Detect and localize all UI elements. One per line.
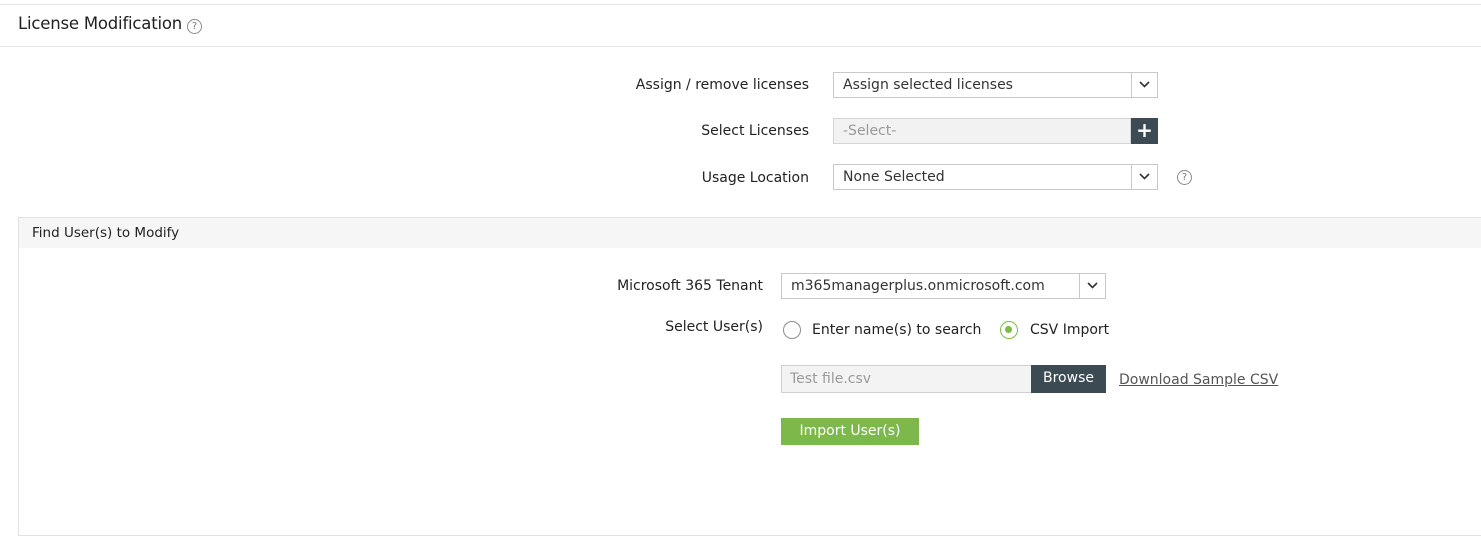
select-users-label: Select User(s) bbox=[665, 319, 763, 335]
assign-remove-value: Assign selected licenses bbox=[843, 77, 1013, 93]
find-users-panel-title: Find User(s) to Modify bbox=[32, 225, 180, 241]
chevron-down-icon[interactable] bbox=[1079, 274, 1105, 298]
select-licenses-input[interactable]: -Select- bbox=[833, 118, 1131, 144]
csv-file-input[interactable]: Test file.csv bbox=[781, 365, 1032, 393]
browse-button[interactable]: Browse bbox=[1031, 365, 1106, 393]
page-title: License Modification bbox=[18, 14, 183, 33]
assign-remove-label: Assign / remove licenses bbox=[635, 77, 809, 93]
radio-search-names-label[interactable]: Enter name(s) to search bbox=[812, 322, 981, 338]
assign-remove-select[interactable]: Assign selected licenses bbox=[833, 72, 1158, 98]
radio-csv-import[interactable] bbox=[1000, 321, 1018, 339]
help-icon[interactable]: ? bbox=[187, 19, 202, 34]
import-users-button[interactable]: Import User(s) bbox=[781, 418, 919, 445]
usage-location-label: Usage Location bbox=[701, 170, 809, 186]
tenant-label: Microsoft 365 Tenant bbox=[617, 278, 763, 294]
tenant-value: m365managerplus.onmicrosoft.com bbox=[791, 278, 1045, 294]
plus-icon: + bbox=[1136, 118, 1153, 142]
usage-location-select[interactable]: None Selected bbox=[833, 164, 1158, 190]
chevron-down-icon[interactable] bbox=[1131, 73, 1157, 97]
select-licenses-placeholder: -Select- bbox=[843, 123, 897, 139]
usage-location-value: None Selected bbox=[843, 169, 945, 185]
tenant-select[interactable]: m365managerplus.onmicrosoft.com bbox=[781, 273, 1106, 299]
chevron-down-icon[interactable] bbox=[1131, 165, 1157, 189]
csv-file-value: Test file.csv bbox=[790, 371, 872, 387]
add-license-button[interactable]: + bbox=[1131, 118, 1158, 144]
radio-csv-import-label[interactable]: CSV Import bbox=[1030, 322, 1109, 338]
usage-location-help-icon[interactable]: ? bbox=[1177, 170, 1192, 185]
download-sample-csv-link[interactable]: Download Sample CSV bbox=[1119, 372, 1278, 388]
select-licenses-label: Select Licenses bbox=[701, 123, 809, 139]
find-users-panel-header: Find User(s) to Modify bbox=[19, 218, 1481, 248]
page-header: License Modification ? bbox=[0, 5, 1481, 47]
radio-search-names[interactable] bbox=[783, 321, 801, 339]
